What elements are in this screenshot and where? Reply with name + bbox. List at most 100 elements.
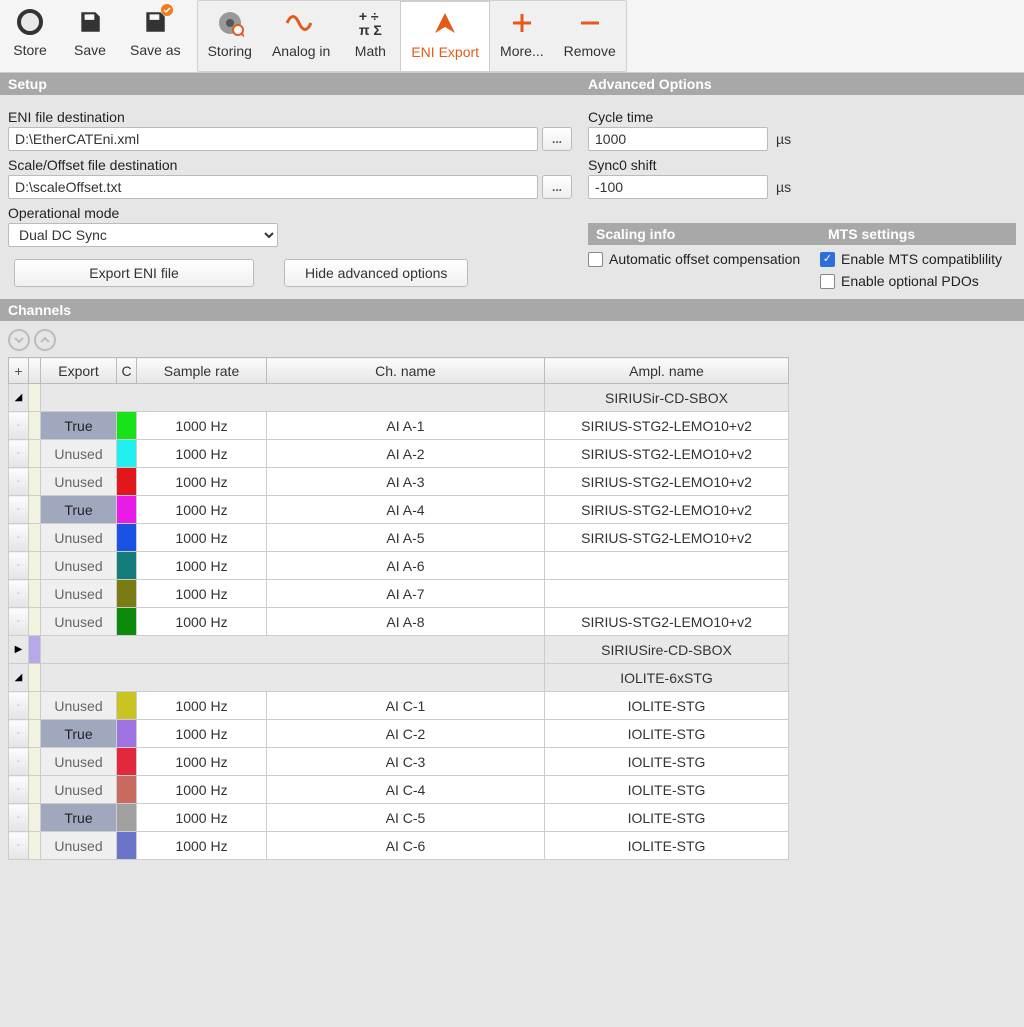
name-cell[interactable]: AI A-3 <box>267 468 545 496</box>
rate-cell[interactable]: 1000 Hz <box>137 412 267 440</box>
export-cell[interactable]: Unused <box>41 580 117 608</box>
store-button[interactable]: Store <box>0 0 60 70</box>
table-row[interactable]: ▫Unused1000 HzAI A-8SIRIUS-STG2-LEMO10+v… <box>9 608 789 636</box>
export-cell[interactable]: True <box>41 804 117 832</box>
export-cell[interactable]: Unused <box>41 468 117 496</box>
auto-offset-checkbox[interactable] <box>588 252 603 267</box>
row-handle[interactable]: ▫ <box>9 832 29 860</box>
opt-pdo-checkbox[interactable] <box>820 274 835 289</box>
eni-dest-browse-button[interactable]: ... <box>542 127 572 151</box>
name-cell[interactable]: AI A-2 <box>267 440 545 468</box>
color-chip[interactable] <box>117 832 137 860</box>
color-chip[interactable] <box>117 552 137 580</box>
name-cell[interactable]: AI C-3 <box>267 748 545 776</box>
row-handle[interactable]: ▫ <box>9 496 29 524</box>
color-chip[interactable] <box>117 412 137 440</box>
color-chip[interactable] <box>117 580 137 608</box>
name-cell[interactable]: AI A-7 <box>267 580 545 608</box>
rate-cell[interactable]: 1000 Hz <box>137 832 267 860</box>
export-cell[interactable]: Unused <box>41 608 117 636</box>
export-cell[interactable]: Unused <box>41 524 117 552</box>
export-column-header[interactable]: Export <box>41 358 117 384</box>
export-cell[interactable]: Unused <box>41 776 117 804</box>
row-handle[interactable]: ▫ <box>9 580 29 608</box>
color-chip[interactable] <box>117 524 137 552</box>
table-row[interactable]: ▫Unused1000 HzAI C-4IOLITE-STG <box>9 776 789 804</box>
row-handle[interactable]: ▫ <box>9 412 29 440</box>
save-as-button[interactable]: Save as <box>120 0 191 70</box>
export-cell[interactable]: Unused <box>41 440 117 468</box>
color-chip[interactable] <box>117 608 137 636</box>
table-row[interactable]: ▫Unused1000 HzAI A-3SIRIUS-STG2-LEMO10+v… <box>9 468 789 496</box>
color-chip[interactable] <box>117 692 137 720</box>
name-cell[interactable]: AI C-2 <box>267 720 545 748</box>
table-row[interactable]: ▫ Unused 1000 HzAI A-7 <box>9 580 789 608</box>
table-row[interactable]: ▫Unused1000 HzAI A-5SIRIUS-STG2-LEMO10+v… <box>9 524 789 552</box>
export-cell[interactable]: Unused <box>41 692 117 720</box>
table-row[interactable]: ▫True1000 HzAI A-4SIRIUS-STG2-LEMO10+v2 <box>9 496 789 524</box>
more-button[interactable]: More... <box>490 1 554 71</box>
color-chip[interactable] <box>117 776 137 804</box>
hide-advanced-button[interactable]: Hide advanced options <box>284 259 468 287</box>
rate-column-header[interactable]: Sample rate <box>137 358 267 384</box>
rate-cell[interactable]: 1000 Hz <box>137 440 267 468</box>
eni-export-button[interactable]: ENI Export <box>400 1 490 71</box>
row-handle[interactable]: ▫ <box>9 608 29 636</box>
storing-button[interactable]: Storing <box>198 1 262 71</box>
name-cell[interactable]: AI A-5 <box>267 524 545 552</box>
group-expander[interactable]: ◢ <box>9 384 29 412</box>
table-row[interactable]: ▫True1000 HzAI C-5IOLITE-STG <box>9 804 789 832</box>
table-row[interactable]: ▫Unused1000 HzAI A-2SIRIUS-STG2-LEMO10+v… <box>9 440 789 468</box>
table-row[interactable]: ▫True1000 HzAI A-1SIRIUS-STG2-LEMO10+v2 <box>9 412 789 440</box>
scale-dest-browse-button[interactable]: ... <box>542 175 572 199</box>
row-handle[interactable]: ▫ <box>9 776 29 804</box>
row-handle[interactable]: ▫ <box>9 692 29 720</box>
name-cell[interactable]: AI C-4 <box>267 776 545 804</box>
rate-cell[interactable]: 1000 Hz <box>137 524 267 552</box>
name-cell[interactable]: AI A-4 <box>267 496 545 524</box>
table-row[interactable]: ▫Unused1000 HzAI C-1IOLITE-STG <box>9 692 789 720</box>
row-handle[interactable]: ▫ <box>9 552 29 580</box>
rate-cell[interactable]: 1000 Hz <box>137 580 267 608</box>
table-row[interactable]: ▫Unused1000 HzAI A-6 <box>9 552 789 580</box>
analog-in-button[interactable]: Analog in <box>262 1 340 71</box>
mts-compat-checkbox[interactable] <box>820 252 835 267</box>
color-chip[interactable] <box>117 804 137 832</box>
scale-dest-input[interactable] <box>8 175 538 199</box>
color-chip[interactable] <box>117 440 137 468</box>
export-eni-button[interactable]: Export ENI file <box>14 259 254 287</box>
table-row[interactable]: ▫Unused1000 HzAI C-3IOLITE-STG <box>9 748 789 776</box>
ampl-column-header[interactable]: Ampl. name <box>545 358 789 384</box>
row-handle[interactable]: ▫ <box>9 524 29 552</box>
op-mode-select[interactable]: Dual DC Sync <box>8 223 278 247</box>
name-cell[interactable]: AI A-1 <box>267 412 545 440</box>
cycle-time-input[interactable] <box>588 127 768 151</box>
rate-cell[interactable]: 1000 Hz <box>137 804 267 832</box>
rate-cell[interactable]: 1000 Hz <box>137 692 267 720</box>
color-chip[interactable] <box>117 496 137 524</box>
export-cell[interactable]: True <box>41 412 117 440</box>
rate-cell[interactable]: 1000 Hz <box>137 496 267 524</box>
row-handle[interactable]: ▫ <box>9 468 29 496</box>
sync0-input[interactable] <box>588 175 768 199</box>
row-handle[interactable]: ▫ <box>9 440 29 468</box>
export-cell[interactable]: True <box>41 496 117 524</box>
row-handle[interactable]: ▫ <box>9 804 29 832</box>
name-cell[interactable]: AI A-8 <box>267 608 545 636</box>
expand-all-button[interactable] <box>8 329 30 351</box>
color-chip[interactable] <box>117 748 137 776</box>
collapse-all-button[interactable] <box>34 329 56 351</box>
export-cell[interactable]: Unused <box>41 748 117 776</box>
export-cell[interactable]: Unused <box>41 552 117 580</box>
add-column-button[interactable]: + <box>9 358 29 384</box>
remove-button[interactable]: Remove <box>554 1 626 71</box>
name-cell[interactable]: AI C-1 <box>267 692 545 720</box>
rate-cell[interactable]: 1000 Hz <box>137 748 267 776</box>
group-row[interactable]: ▶SIRIUSire-CD-SBOX <box>9 636 789 664</box>
color-chip[interactable] <box>117 468 137 496</box>
mark-column-header[interactable] <box>29 358 41 384</box>
export-cell[interactable]: True <box>41 720 117 748</box>
color-chip[interactable] <box>117 720 137 748</box>
group-row[interactable]: ◢SIRIUSir-CD-SBOX <box>9 384 789 412</box>
rate-cell[interactable]: 1000 Hz <box>137 776 267 804</box>
